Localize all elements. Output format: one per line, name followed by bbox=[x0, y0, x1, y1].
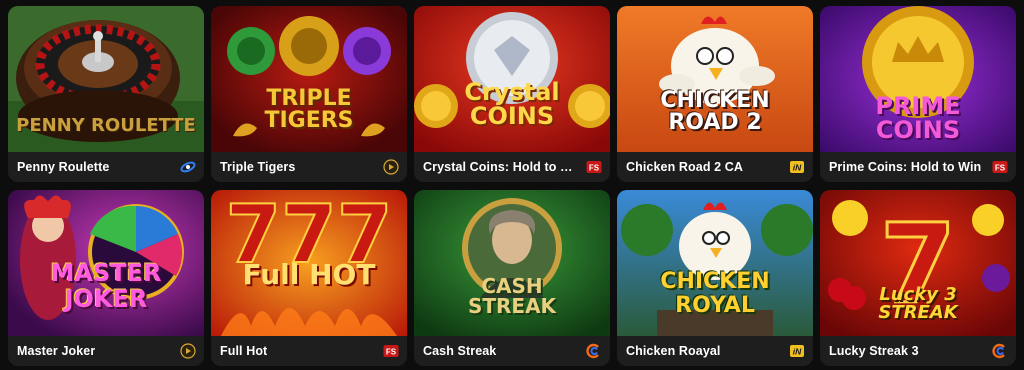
art-title: CHICKEN ROAD 2 bbox=[660, 88, 770, 135]
game-card-crystal-coins[interactable]: Crystal COINS Crystal Coins: Hold to Win… bbox=[414, 6, 610, 182]
svg-text:FS: FS bbox=[386, 347, 397, 356]
game-thumbnail[interactable]: TRIPLE TIGERS bbox=[211, 6, 407, 152]
game-info-bar: Lucky Streak 3 bbox=[820, 336, 1016, 366]
game-name: Master Joker bbox=[17, 344, 96, 358]
game-info-bar: Prime Coins: Hold to Win FS bbox=[820, 152, 1016, 182]
game-name: Lucky Streak 3 bbox=[829, 344, 919, 358]
game-card-chicken-royal[interactable]: CHICKEN ROYAL Chicken Roayal iN bbox=[617, 190, 813, 366]
game-info-bar: Chicken Roayal iN bbox=[617, 336, 813, 366]
game-grid: PENNY ROULETTE Penny Roulette TRIPLE TIG… bbox=[8, 6, 1016, 366]
game-name: Prime Coins: Hold to Win bbox=[829, 160, 982, 174]
game-thumbnail[interactable]: CASH STREAK bbox=[414, 190, 610, 336]
fs-badge-logo-icon: FS bbox=[383, 343, 399, 359]
game-thumbnail[interactable]: PENNY ROULETTE bbox=[8, 6, 204, 152]
game-thumbnail[interactable]: CHICKEN ROYAL bbox=[617, 190, 813, 336]
art-title: PENNY ROULETTE bbox=[16, 115, 196, 136]
game-card-master-joker[interactable]: MASTER JOKER Master Joker bbox=[8, 190, 204, 366]
game-name: Full Hot bbox=[220, 344, 268, 358]
game-info-bar: Full Hot FS bbox=[211, 336, 407, 366]
game-name: Chicken Road 2 CA bbox=[626, 160, 744, 174]
game-card-penny-roulette[interactable]: PENNY ROULETTE Penny Roulette bbox=[8, 6, 204, 182]
game-info-bar: Cash Streak bbox=[414, 336, 610, 366]
game-card-prime-coins[interactable]: PRIME COINS Prime Coins: Hold to Win FS bbox=[820, 6, 1016, 182]
tilted-ring-logo-icon bbox=[180, 159, 196, 175]
game-thumbnail[interactable]: PRIME COINS bbox=[820, 6, 1016, 152]
svg-text:iN: iN bbox=[793, 347, 802, 357]
game-info-bar: Master Joker bbox=[8, 336, 204, 366]
svg-text:FS: FS bbox=[589, 163, 600, 172]
svg-text:iN: iN bbox=[793, 163, 802, 173]
art-title: CHICKEN ROYAL bbox=[660, 269, 770, 318]
art-title: Lucky 3 STREAK bbox=[878, 284, 958, 323]
game-name: Crystal Coins: Hold to Win bbox=[423, 160, 583, 174]
art-title: TRIPLE TIGERS bbox=[264, 86, 354, 133]
play-badge-logo-icon bbox=[383, 159, 399, 175]
game-info-bar: Chicken Road 2 CA iN bbox=[617, 152, 813, 182]
game-info-bar: Penny Roulette bbox=[8, 152, 204, 182]
game-thumbnail[interactable]: 7 Lucky 3 STREAK bbox=[820, 190, 1016, 336]
game-card-full-hot[interactable]: 777 Full HOT Full Hot FS bbox=[211, 190, 407, 366]
game-thumbnail[interactable]: Crystal COINS bbox=[414, 6, 610, 152]
art-title: CASH STREAK bbox=[467, 274, 557, 318]
game-thumbnail[interactable]: MASTER JOKER bbox=[8, 190, 204, 336]
play-badge-logo-icon bbox=[180, 343, 196, 359]
art-title: Crystal COINS bbox=[464, 78, 560, 130]
art-title: MASTER JOKER bbox=[50, 259, 162, 313]
game-card-chicken-road-2[interactable]: CHICKEN ROAD 2 Chicken Road 2 CA iN bbox=[617, 6, 813, 182]
e-swirl-logo-icon bbox=[992, 343, 1008, 359]
e-swirl-logo-icon bbox=[586, 343, 602, 359]
game-card-triple-tigers[interactable]: TRIPLE TIGERS Triple Tigers bbox=[211, 6, 407, 182]
game-thumbnail[interactable]: 777 Full HOT bbox=[211, 190, 407, 336]
fs-badge-logo-icon: FS bbox=[586, 159, 602, 175]
svg-text:FS: FS bbox=[995, 163, 1006, 172]
game-thumbnail[interactable]: CHICKEN ROAD 2 bbox=[617, 6, 813, 152]
fs-badge-logo-icon: FS bbox=[992, 159, 1008, 175]
game-card-cash-streak[interactable]: CASH STREAK Cash Streak bbox=[414, 190, 610, 366]
in-badge-logo-icon: iN bbox=[789, 159, 805, 175]
art-title: Full HOT bbox=[242, 258, 376, 291]
in-badge-logo-icon: iN bbox=[789, 343, 805, 359]
game-info-bar: Crystal Coins: Hold to Win FS bbox=[414, 152, 610, 182]
game-name: Chicken Roayal bbox=[626, 344, 721, 358]
game-name: Cash Streak bbox=[423, 344, 497, 358]
game-name: Penny Roulette bbox=[17, 160, 110, 174]
art-title: PRIME COINS bbox=[875, 92, 961, 144]
game-card-lucky-streak-3[interactable]: 7 Lucky 3 STREAK Lucky Streak 3 bbox=[820, 190, 1016, 366]
game-info-bar: Triple Tigers bbox=[211, 152, 407, 182]
game-name: Triple Tigers bbox=[220, 160, 296, 174]
